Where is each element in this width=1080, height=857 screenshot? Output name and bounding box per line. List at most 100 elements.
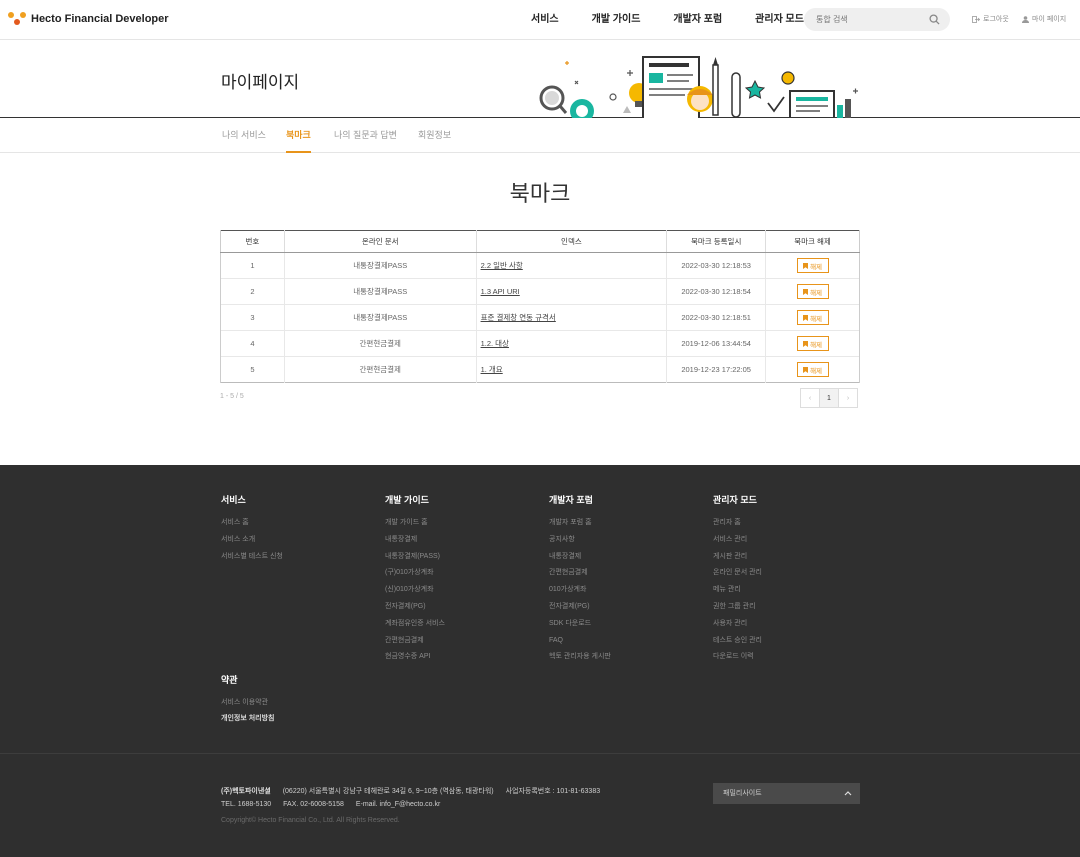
footer-link[interactable]: 010가상계좌 <box>549 582 611 599</box>
page-1-button[interactable]: 1 <box>819 388 839 408</box>
row-doc: 내통장결제PASS <box>283 252 477 279</box>
row-index-link[interactable]: 2.2 일반 사항 <box>481 261 523 270</box>
remove-label: 해제 <box>810 289 823 297</box>
row-remove-cell: 해제 <box>765 330 860 357</box>
row-doc: 내통장결제PASS <box>283 304 477 331</box>
footer-link[interactable]: 헥토 관리자용 게시판 <box>549 649 611 666</box>
row-index-link[interactable]: 1. 개요 <box>481 365 503 374</box>
footer-link[interactable]: 개발자 포럼 홈 <box>549 515 611 532</box>
footer-col-dev-forum: 개발자 포럼개발자 포럼 홈 공지사항 내통장결제 간편현금결제 010가상계좌 전자결제… <box>549 493 611 666</box>
col-header-no: 번호 <box>220 230 285 253</box>
footer-link[interactable]: 내통장결제 <box>549 549 611 566</box>
row-date: 2019-12-06 13:44:54 <box>666 330 766 357</box>
footer-link-privacy-policy[interactable]: 개인정보 처리방침 <box>221 711 274 727</box>
remove-bookmark-button[interactable]: 해제 <box>796 258 829 273</box>
row-remove-cell: 해제 <box>765 252 860 279</box>
family-site-select[interactable]: 패밀리사이트 <box>713 783 860 804</box>
remove-bookmark-button[interactable]: 해제 <box>796 362 829 377</box>
row-index-cell: 1. 개요 <box>475 356 667 383</box>
logout-label: 로그아웃 <box>983 16 1009 23</box>
nav-admin-mode[interactable]: 관리자 모드 <box>755 0 804 40</box>
footer-link[interactable]: 현금영수증 API <box>385 649 445 666</box>
bookmark-icon <box>803 366 809 373</box>
col-header-index: 인덱스 <box>475 230 667 253</box>
table-row: 5 간편현금결제 1. 개요 2019-12-23 17:22:05 해제 <box>220 356 860 383</box>
row-index-cell: 표준 결제창 연동 규격서 <box>475 304 667 331</box>
footer-link[interactable]: 서비스 소개 <box>221 532 283 549</box>
footer-link[interactable]: 전자결제(PG) <box>549 599 611 616</box>
row-no: 4 <box>220 330 285 357</box>
pagination: ‹ 1 › <box>800 388 858 408</box>
logout-link[interactable]: 로그아웃 <box>972 14 1009 24</box>
footer-link[interactable]: FAQ <box>549 633 611 650</box>
remove-bookmark-button[interactable]: 해제 <box>796 310 829 325</box>
footer-link[interactable]: 서비스별 테스트 신청 <box>221 549 283 566</box>
tab-my-service[interactable]: 나의 서비스 <box>222 118 266 153</box>
footer-link[interactable]: 서비스 관리 <box>713 532 762 549</box>
footer-link[interactable]: 간편현금결제 <box>549 565 611 582</box>
footer-link[interactable]: 공지사항 <box>549 532 611 549</box>
bookmark-icon <box>803 262 809 269</box>
footer-link-terms-of-service[interactable]: 서비스 이용약관 <box>221 695 274 711</box>
row-index-link[interactable]: 1.2. 대상 <box>481 339 509 348</box>
row-index-link[interactable]: 1.3 API URI <box>481 287 520 296</box>
footer-link[interactable]: 내통장결제 <box>385 532 445 549</box>
remove-bookmark-button[interactable]: 해제 <box>796 336 829 351</box>
footer-col-admin-mode: 관리자 모드관리자 홈 서비스 관리 게시판 관리 온라인 문서 관리 메뉴 관리 권한 … <box>713 493 762 666</box>
footer-link[interactable]: 관리자 홈 <box>713 515 762 532</box>
table-header-row: 번호 온라인 문서 인덱스 북마크 등록일시 북마크 해제 <box>220 230 860 253</box>
footer-link[interactable]: 전자결제(PG) <box>385 599 445 616</box>
footer-link[interactable]: SDK 다운로드 <box>549 616 611 633</box>
footer-link[interactable]: 다운로드 이력 <box>713 649 762 666</box>
footer-divider <box>0 753 1080 754</box>
bookmark-icon <box>803 340 809 347</box>
logo[interactable]: Hecto Financial Developer <box>8 12 169 26</box>
footer-link[interactable]: 메뉴 관리 <box>713 582 762 599</box>
banner-illustration <box>539 56 858 118</box>
footer-terms-title: 약관 <box>221 675 238 685</box>
result-count: 1 - 5 / 5 <box>220 393 244 400</box>
mypage-link[interactable]: 마이 페이지 <box>1022 14 1066 24</box>
header: Hecto Financial Developer 서비스 개발 가이드 개발자… <box>0 0 1080 40</box>
tab-my-qna[interactable]: 나의 질문과 답변 <box>334 118 397 153</box>
table-row: 1 내통장결제PASS 2.2 일반 사항 2022-03-30 12:18:53 해제 <box>220 252 860 279</box>
company-fax: FAX. 02-6008-5158 <box>283 801 344 808</box>
footer-link[interactable]: 권한 그룹 관리 <box>713 599 762 616</box>
footer-link[interactable]: 서비스 홈 <box>221 515 283 532</box>
footer-link[interactable]: 계좌점유인증 서비스 <box>385 616 445 633</box>
footer-link[interactable]: 개발 가이드 홈 <box>385 515 445 532</box>
prev-page-button[interactable]: ‹ <box>800 388 820 408</box>
company-name: (주)헥토파이낸셜 <box>221 788 271 795</box>
tab-member-info[interactable]: 회원정보 <box>418 118 451 153</box>
footer-col-title: 관리자 모드 <box>713 495 757 505</box>
global-nav: 서비스 개발 가이드 개발자 포럼 관리자 모드 <box>531 0 837 40</box>
copyright: Copyright© Hecto Financial Co., Ltd. All… <box>221 817 400 824</box>
next-page-button[interactable]: › <box>838 388 858 408</box>
footer-link[interactable]: 간편현금결제 <box>385 633 445 650</box>
row-index-link[interactable]: 표준 결제창 연동 규격서 <box>481 313 556 322</box>
nav-service[interactable]: 서비스 <box>531 0 559 40</box>
search-box <box>804 8 950 31</box>
footer-link[interactable]: 내통장결제(PASS) <box>385 549 445 566</box>
footer-col-title: 개발자 포럼 <box>549 495 593 505</box>
nav-dev-guide[interactable]: 개발 가이드 <box>592 0 641 40</box>
nav-dev-forum[interactable]: 개발자 포럼 <box>673 0 722 40</box>
footer-link[interactable]: 온라인 문서 관리 <box>713 565 762 582</box>
footer-link[interactable]: 게시판 관리 <box>713 549 762 566</box>
footer-link[interactable]: 사용자 관리 <box>713 616 762 633</box>
page-banner: 마이페이지 <box>0 40 1080 118</box>
row-no: 1 <box>220 252 285 279</box>
logout-icon <box>972 15 980 23</box>
footer-link[interactable]: 테스트 승인 관리 <box>713 633 762 650</box>
footer-link[interactable]: (구)010가상계좌 <box>385 565 445 582</box>
search-input[interactable] <box>816 8 926 31</box>
footer-col-dev-guide: 개발 가이드 개발 가이드 홈 내통장결제 내통장결제(PASS) (구)010가상계좌… <box>385 493 445 666</box>
footer-link[interactable]: (신)010가상계좌 <box>385 582 445 599</box>
tab-bookmark[interactable]: 북마크 <box>286 118 311 153</box>
footer-terms: 약관 서비스 이용약관 개인정보 처리방침 <box>221 673 274 727</box>
search-icon[interactable] <box>929 14 940 25</box>
remove-bookmark-button[interactable]: 해제 <box>796 284 829 299</box>
row-no: 3 <box>220 304 285 331</box>
logo-text: Hecto Financial Developer <box>31 13 169 25</box>
col-header-date: 북마크 등록일시 <box>666 230 766 253</box>
